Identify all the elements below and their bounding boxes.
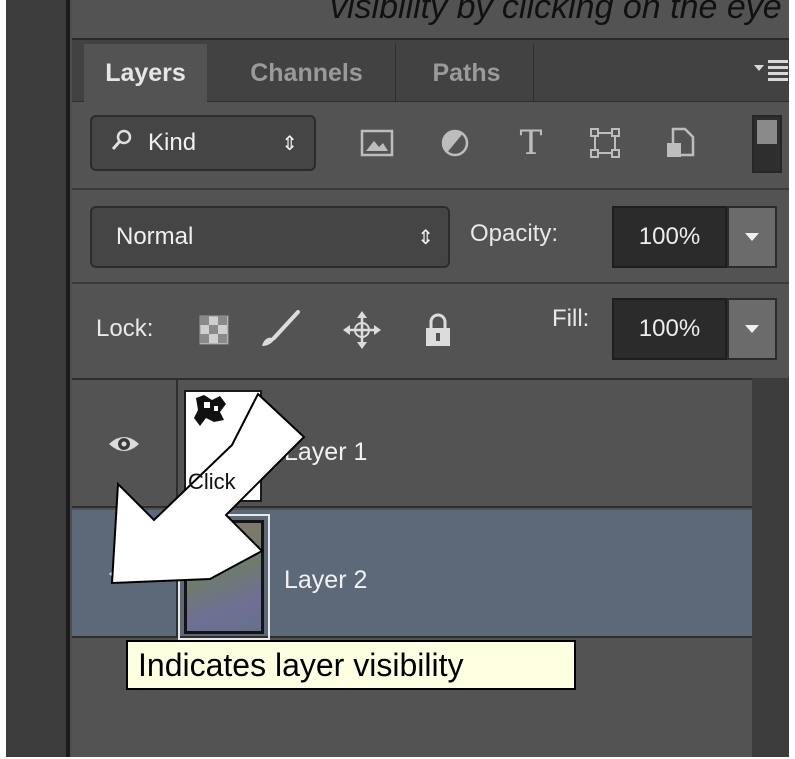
row-separator [72, 282, 795, 284]
blend-mode-select[interactable]: Normal ⇕ [90, 206, 450, 268]
layers-scrollbar[interactable] [752, 378, 795, 759]
fill-label: Fill: [552, 305, 590, 332]
opacity-dropdown-button[interactable] [727, 206, 777, 268]
pixel-layer-filter-icon[interactable] [352, 118, 402, 168]
layer-visibility-toggle[interactable] [72, 380, 178, 508]
lock-all-icon[interactable] [414, 306, 462, 354]
lock-transparent-pixels-icon[interactable] [190, 306, 238, 354]
chevron-down-icon [745, 325, 759, 333]
lock-image-pixels-icon[interactable] [256, 306, 304, 354]
panel-menu-icon[interactable] [752, 56, 790, 86]
type-layer-filter-icon[interactable]: T [506, 118, 556, 168]
tooltip: Indicates layer visibility [126, 640, 576, 690]
adjustment-layer-filter-icon[interactable] [430, 118, 480, 168]
tab-layers[interactable]: Layers [84, 44, 207, 103]
layer-row[interactable]: Layer 1 [72, 380, 752, 508]
chevron-down-icon [745, 233, 759, 241]
caption-text: visibility by clicking on the eye [330, 0, 782, 26]
filter-toggle-switch[interactable] [752, 115, 782, 173]
layer-thumbnail [178, 514, 270, 640]
layer-row-selected[interactable]: Layer 2 [72, 510, 752, 640]
fill-input[interactable]: 100% [612, 298, 727, 360]
filter-kind-select[interactable]: Kind ⇕ [90, 115, 316, 171]
eye-icon [109, 437, 139, 451]
updown-arrows-icon: ⇕ [417, 226, 434, 249]
fill-dropdown-button[interactable] [727, 298, 777, 360]
layer-visibility-toggle[interactable] [72, 510, 178, 638]
shape-layer-filter-icon[interactable] [580, 118, 630, 168]
annotation-label: Click [188, 469, 236, 494]
layer-name: Layer 1 [284, 438, 368, 466]
opacity-input[interactable]: 100% [612, 206, 727, 268]
tab-paths[interactable]: Paths [400, 44, 534, 102]
smart-object-filter-icon[interactable] [656, 118, 706, 168]
layer-name: Layer 2 [284, 566, 368, 594]
row-separator [72, 188, 795, 190]
tab-channels[interactable]: Channels [218, 44, 396, 102]
eye-icon [109, 567, 139, 581]
updown-arrows-icon: ⇕ [281, 132, 298, 155]
lock-position-icon[interactable] [338, 306, 386, 354]
left-dock-strip [6, 0, 66, 759]
filter-kind-label: Kind [148, 129, 197, 156]
search-icon [110, 128, 134, 159]
blend-mode-value: Normal [116, 223, 194, 250]
lock-label: Lock: [96, 315, 154, 342]
opacity-label: Opacity: [470, 220, 559, 247]
